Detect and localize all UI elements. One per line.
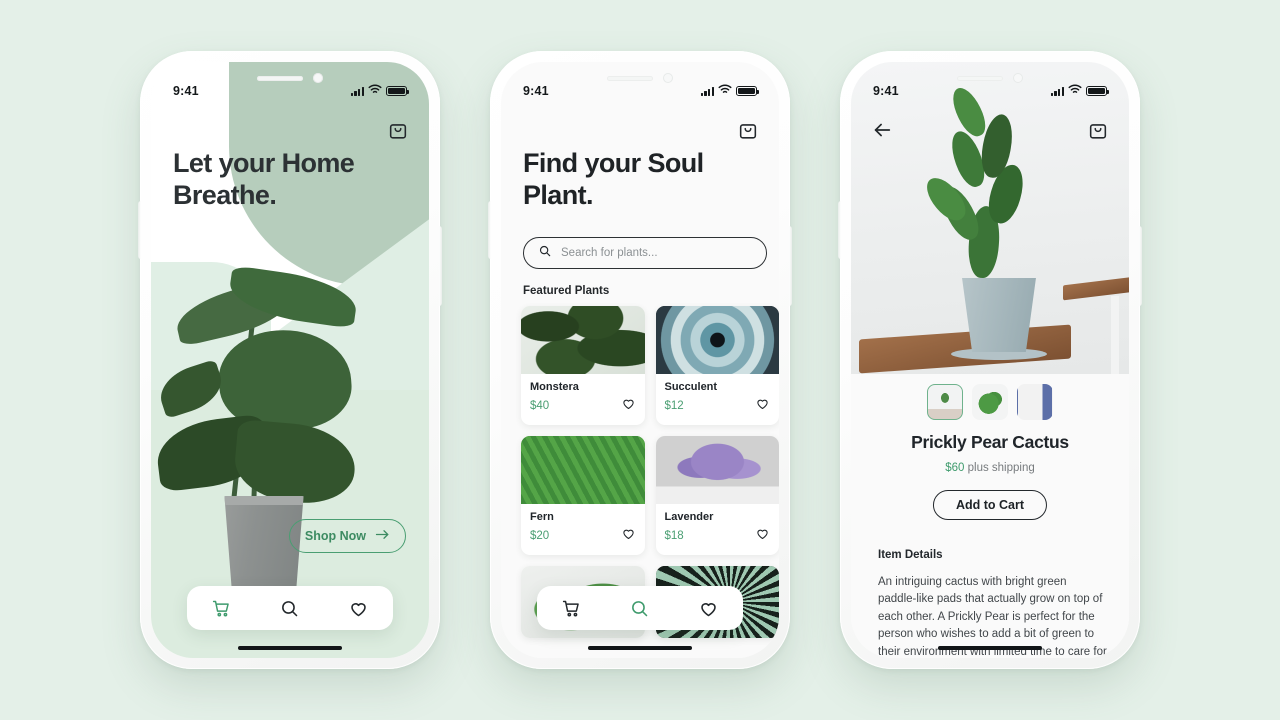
status-icons [1050, 84, 1110, 98]
phone1-status-bar: 9:41 [151, 82, 429, 100]
plant-price: $18 [664, 530, 684, 542]
thumbnail-2[interactable] [972, 384, 1008, 420]
home-indicator [588, 645, 692, 650]
battery-icon [1086, 85, 1110, 97]
nav-favorites-button[interactable] [342, 591, 376, 625]
lavender-pot-photo [655, 436, 779, 504]
plant-card[interactable]: Monstera $40 [521, 306, 645, 425]
headline-line-1: Let your Home [173, 148, 355, 178]
price-value: $60 [945, 462, 965, 474]
page-title: Find your Soul Plant. [523, 148, 738, 212]
plant-name: Fern [530, 511, 554, 523]
status-icons [700, 84, 760, 98]
succulent-rosette-photo [655, 306, 779, 374]
cellular-signal-icon [1050, 86, 1064, 96]
background-shelf [1063, 276, 1129, 301]
plant-card-footer: $20 [530, 526, 636, 546]
plant-card-footer: $12 [665, 396, 771, 416]
phone1-screen: Let your Home Breathe. Shop Now 9:41 [151, 62, 429, 658]
thumbnail-3[interactable] [1017, 384, 1053, 420]
status-time: 9:41 [173, 84, 199, 98]
plant-card-body: Lavender $18 [656, 504, 780, 555]
home-indicator [938, 645, 1042, 650]
item-details-heading: Item Details [878, 549, 943, 561]
phone-mockup-onboarding: Let your Home Breathe. Shop Now 9:41 [138, 51, 442, 669]
phone3-status-bar: 9:41 [851, 82, 1129, 100]
plant-price: $40 [530, 400, 550, 412]
plant-card[interactable]: Lavender $18 [655, 436, 780, 555]
phone3-screen: Prickly Pear Cactus $60 plus shipping Ad… [851, 62, 1129, 658]
phone-mockup-browse: Find your Soul Plant. Search for plants.… [488, 51, 792, 669]
wifi-icon [368, 84, 382, 98]
plant-price: $12 [664, 400, 684, 412]
prickly-pear-cactus-in-blue-pot-photo [851, 62, 1129, 374]
headline-line-1: Find your Soul [523, 148, 704, 178]
cellular-signal-icon [700, 86, 714, 96]
plant-card-body: Succulent $12 [656, 374, 780, 425]
plant-card[interactable]: Fern $20 [521, 436, 645, 555]
plant-price: $20 [530, 530, 550, 542]
shopping-bag-icon[interactable] [387, 119, 409, 141]
phone-mockup-detail: Prickly Pear Cactus $60 plus shipping Ad… [838, 51, 1142, 669]
heart-icon[interactable] [755, 526, 770, 546]
plant-card[interactable]: Succulent $12 [655, 306, 780, 425]
arrow-left-icon[interactable] [871, 119, 893, 141]
shelf-leg [1111, 296, 1119, 374]
search-input[interactable]: Search for plants... [523, 237, 767, 269]
headline-line-2: Breathe. [173, 179, 277, 210]
nav-search-button[interactable] [623, 591, 657, 625]
plant-name: Succulent [664, 381, 718, 393]
headline-line-2: Plant. [523, 179, 594, 210]
bottom-nav-bar [537, 586, 743, 630]
plant-name: Monstera [530, 381, 579, 393]
plant-card-footer: $18 [665, 526, 771, 546]
nav-favorites-button[interactable] [692, 591, 726, 625]
arrow-right-icon [375, 528, 390, 544]
thumbnail-strip [927, 384, 1053, 420]
battery-icon [736, 85, 760, 97]
featured-plants-label: Featured Plants [523, 285, 610, 297]
status-time: 9:41 [523, 84, 549, 98]
heart-icon[interactable] [755, 396, 770, 416]
thumbnail-1[interactable] [927, 384, 963, 420]
nav-cart-button[interactable] [204, 591, 238, 625]
phone2-status-bar: 9:41 [501, 82, 779, 100]
search-icon [538, 244, 552, 263]
status-icons [350, 84, 410, 98]
phone2-screen: Find your Soul Plant. Search for plants.… [501, 62, 779, 658]
nav-search-button[interactable] [273, 591, 307, 625]
product-detail-page: Prickly Pear Cactus $60 plus shipping Ad… [851, 62, 1129, 658]
shopping-bag-icon[interactable] [1087, 119, 1109, 141]
plant-card-footer: $40 [530, 396, 636, 416]
product-title: Prickly Pear Cactus [911, 432, 1069, 452]
home-indicator [238, 645, 342, 650]
battery-icon [386, 85, 410, 97]
heart-icon[interactable] [621, 526, 636, 546]
add-to-cart-button[interactable]: Add to Cart [932, 490, 1048, 520]
cellular-signal-icon [350, 86, 364, 96]
search-placeholder: Search for plants... [561, 247, 658, 259]
screenshot-stage: Let your Home Breathe. Shop Now 9:41 Fin… [0, 0, 1280, 720]
status-time: 9:41 [873, 84, 899, 98]
plant-card-body: Monstera $40 [521, 374, 645, 425]
plant-name: Lavender [664, 511, 714, 523]
monstera-leaves-photo [521, 306, 645, 374]
product-price: $60 plus shipping [851, 462, 1129, 474]
plant-card-body: Fern $20 [521, 504, 645, 555]
shopping-bag-icon[interactable] [737, 119, 759, 141]
bottom-nav-bar [187, 586, 393, 630]
page-title: Let your Home Breathe. [173, 148, 393, 212]
browse-page: Find your Soul Plant. Search for plants.… [501, 62, 779, 658]
shop-now-label: Shop Now [304, 529, 366, 543]
shop-now-button[interactable]: Shop Now [288, 519, 406, 553]
wifi-icon [1068, 84, 1082, 98]
fern-fronds-photo [521, 436, 645, 504]
nav-cart-button[interactable] [554, 591, 588, 625]
wifi-icon [718, 84, 732, 98]
heart-icon[interactable] [621, 396, 636, 416]
price-suffix: plus shipping [964, 462, 1035, 474]
